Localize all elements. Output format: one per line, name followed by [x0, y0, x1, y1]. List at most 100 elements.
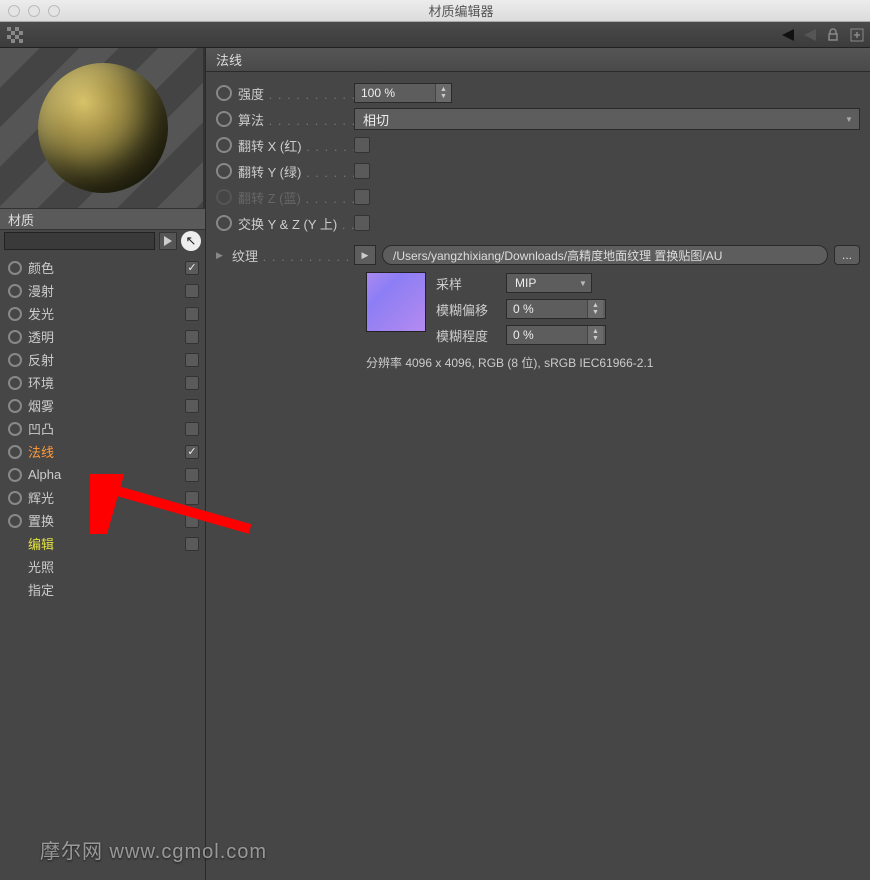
- spinner-icon[interactable]: ▲▼: [435, 84, 451, 102]
- checker-icon[interactable]: [6, 26, 24, 44]
- algorithm-select[interactable]: 相切 ▼: [354, 108, 860, 130]
- channel-item[interactable]: 光照: [8, 555, 199, 578]
- channel-item[interactable]: 法线: [8, 440, 199, 463]
- sampling-label: 采样: [436, 274, 496, 293]
- ring-icon[interactable]: [8, 330, 22, 344]
- texture-menu-button[interactable]: ▶: [354, 245, 376, 265]
- watermark: 摩尔网 www.cgmol.com: [40, 835, 267, 864]
- section-header: 法线: [206, 48, 870, 72]
- material-name-label[interactable]: 材质: [0, 208, 205, 230]
- ring-icon[interactable]: [8, 261, 22, 275]
- minimize-icon[interactable]: [28, 5, 40, 17]
- sidebar: 材质 ↖ 颜色漫射发光透明反射环境烟雾凹凸法线 Alpha 辉光置换编辑光照指定: [0, 48, 206, 880]
- window-titlebar: 材质编辑器: [0, 0, 870, 22]
- bluroffset-label: 模糊偏移: [436, 300, 496, 319]
- channel-label: 凹凸: [28, 419, 179, 438]
- channel-item[interactable]: 环境: [8, 371, 199, 394]
- ring-icon[interactable]: [8, 422, 22, 436]
- material-name-input[interactable]: [4, 232, 155, 250]
- channel-checkbox[interactable]: [185, 514, 199, 528]
- lock-icon[interactable]: [826, 28, 840, 42]
- ring-icon[interactable]: [8, 307, 22, 321]
- algorithm-label: 算法: [238, 110, 354, 129]
- material-preview[interactable]: [0, 48, 205, 208]
- nav-forward-icon: [804, 29, 816, 41]
- channel-item[interactable]: 透明: [8, 325, 199, 348]
- ring-icon[interactable]: [216, 137, 232, 153]
- browse-button[interactable]: ...: [834, 245, 860, 265]
- close-icon[interactable]: [8, 5, 20, 17]
- ring-icon[interactable]: [8, 468, 22, 482]
- channel-checkbox[interactable]: [185, 330, 199, 344]
- picker-button[interactable]: ↖: [181, 231, 201, 251]
- window-controls[interactable]: [8, 5, 60, 17]
- channel-item[interactable]: 编辑: [8, 532, 199, 555]
- ring-icon[interactable]: [8, 353, 22, 367]
- disclosure-icon[interactable]: ▶: [216, 250, 226, 261]
- ring-icon[interactable]: [216, 111, 232, 127]
- ring-icon[interactable]: [8, 399, 22, 413]
- preview-sphere: [38, 63, 168, 193]
- flipx-label: 翻转 X (红): [238, 136, 354, 155]
- channel-item[interactable]: 指定: [8, 578, 199, 601]
- ring-icon[interactable]: [8, 376, 22, 390]
- window-title: 材质编辑器: [60, 1, 862, 20]
- strength-field[interactable]: 100 % ▲▼: [354, 83, 452, 103]
- channel-item[interactable]: 漫射: [8, 279, 199, 302]
- channel-item[interactable]: 置换: [8, 509, 199, 532]
- channel-item[interactable]: 反射: [8, 348, 199, 371]
- ring-icon[interactable]: [216, 215, 232, 231]
- channel-checkbox[interactable]: [185, 445, 199, 459]
- channel-checkbox[interactable]: [185, 284, 199, 298]
- channel-label: 法线: [28, 442, 179, 461]
- channel-label: 颜色: [28, 258, 179, 277]
- maximize-icon[interactable]: [48, 5, 60, 17]
- ring-icon[interactable]: [8, 514, 22, 528]
- bluroffset-field[interactable]: 0 % ▲▼: [506, 299, 606, 319]
- blurscale-field[interactable]: 0 % ▲▼: [506, 325, 606, 345]
- channel-item[interactable]: 烟雾: [8, 394, 199, 417]
- channel-item[interactable]: 辉光: [8, 486, 199, 509]
- channel-checkbox[interactable]: [185, 468, 199, 482]
- channel-label: 发光: [28, 304, 179, 323]
- flipy-checkbox[interactable]: [354, 163, 370, 179]
- channel-item[interactable]: 发光: [8, 302, 199, 325]
- ring-icon[interactable]: [8, 491, 22, 505]
- channel-checkbox[interactable]: [185, 422, 199, 436]
- ring-icon[interactable]: [216, 163, 232, 179]
- ring-icon: [216, 189, 232, 205]
- expand-button[interactable]: [159, 232, 177, 250]
- channel-label: Alpha: [28, 467, 179, 482]
- strength-label: 强度: [238, 84, 354, 103]
- spinner-icon[interactable]: ▲▼: [587, 326, 603, 344]
- ring-icon[interactable]: [8, 445, 22, 459]
- channel-label: 环境: [28, 373, 179, 392]
- spinner-icon[interactable]: ▲▼: [587, 300, 603, 318]
- channel-label: 烟雾: [28, 396, 179, 415]
- channel-label: 指定: [28, 580, 199, 599]
- channel-checkbox[interactable]: [185, 261, 199, 275]
- texture-swatch[interactable]: [366, 272, 426, 332]
- channel-item[interactable]: 颜色: [8, 256, 199, 279]
- channel-checkbox[interactable]: [185, 353, 199, 367]
- ring-icon[interactable]: [8, 284, 22, 298]
- channel-item[interactable]: Alpha: [8, 463, 199, 486]
- channel-item[interactable]: 凹凸: [8, 417, 199, 440]
- channel-checkbox[interactable]: [185, 307, 199, 321]
- texture-label: 纹理: [232, 246, 348, 265]
- channel-checkbox[interactable]: [185, 399, 199, 413]
- channel-checkbox[interactable]: [185, 376, 199, 390]
- texture-path-field[interactable]: /Users/yangzhixiang/Downloads/高精度地面纹理 置换…: [382, 245, 828, 265]
- channel-checkbox[interactable]: [185, 537, 199, 551]
- nav-back-icon[interactable]: [782, 29, 794, 41]
- flipx-checkbox[interactable]: [354, 137, 370, 153]
- channel-label: 反射: [28, 350, 179, 369]
- main-panel: 法线 强度 100 % ▲▼ 算法 相切 ▼: [206, 48, 870, 880]
- channel-label: 光照: [28, 557, 199, 576]
- add-icon[interactable]: [850, 28, 864, 42]
- sampling-select[interactable]: MIP ▼: [506, 273, 592, 293]
- channel-checkbox[interactable]: [185, 491, 199, 505]
- ring-icon[interactable]: [216, 85, 232, 101]
- flipz-checkbox: [354, 189, 370, 205]
- swapyz-checkbox[interactable]: [354, 215, 370, 231]
